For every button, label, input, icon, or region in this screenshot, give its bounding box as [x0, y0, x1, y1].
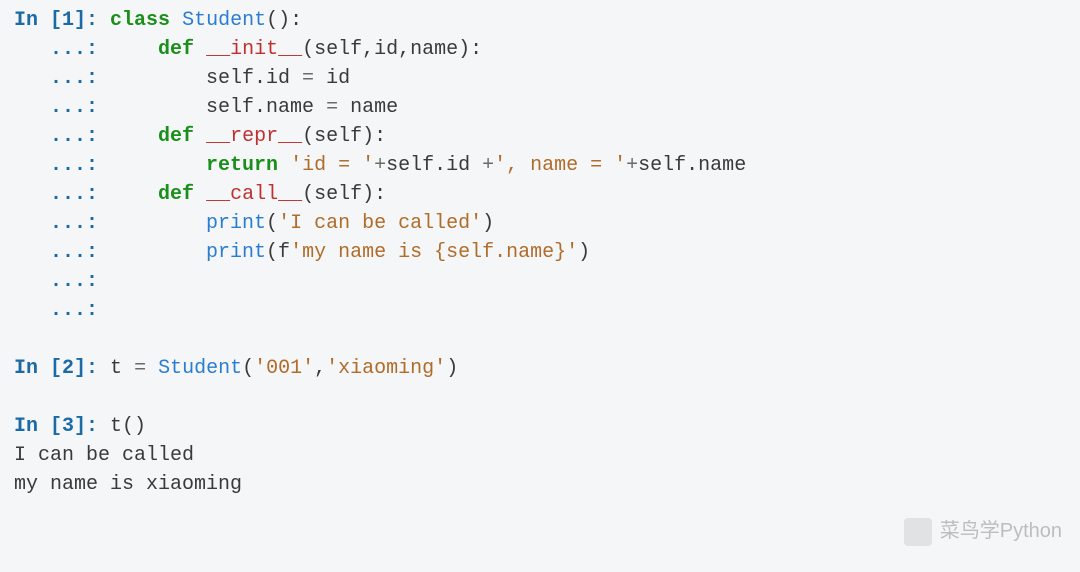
blank-line — [14, 325, 1066, 354]
prompt-close: ]: — [74, 357, 110, 380]
token-plain — [170, 9, 182, 32]
token-op: = — [302, 67, 314, 90]
token-str: '001' — [254, 357, 314, 380]
token-plain: ( — [242, 357, 254, 380]
token-plain: ( — [266, 212, 278, 235]
code-line: ...: — [14, 267, 1066, 296]
token-plain — [110, 241, 206, 264]
token-plain: (self,id,name): — [302, 38, 482, 61]
code-line: ...: def __init__(self,id,name): — [14, 35, 1066, 64]
token-plain: name — [338, 96, 398, 119]
token-plain: self.id — [386, 154, 482, 177]
watermark-text: 菜鸟学Python — [940, 517, 1062, 546]
token-op: + — [626, 154, 638, 177]
token-op: = — [326, 96, 338, 119]
continuation-prompt: ...: — [14, 270, 110, 293]
token-kw-def: def — [158, 38, 194, 61]
code-line: ...: return 'id = '+self.id +', name = '… — [14, 151, 1066, 180]
token-kw-green: class — [110, 9, 170, 32]
token-str: 'I can be called' — [278, 212, 482, 235]
code-line: In [1]: class Student(): — [14, 6, 1066, 35]
prompt-close: ]: — [74, 9, 110, 32]
prompt-number: 2 — [62, 357, 74, 380]
wechat-icon — [904, 518, 932, 546]
token-plain: id — [314, 67, 350, 90]
code-line: In [3]: t() — [14, 412, 1066, 441]
input-prompt: In [1]: — [14, 9, 110, 32]
token-plain — [194, 125, 206, 148]
blank-line — [14, 383, 1066, 412]
token-name-red: __repr__ — [206, 125, 302, 148]
token-plain: ) — [578, 241, 590, 264]
token-str: 'xiaoming' — [326, 357, 446, 380]
token-plain — [110, 38, 158, 61]
token-plain — [146, 357, 158, 380]
prompt-in: In [ — [14, 415, 62, 438]
token-plain: , — [314, 357, 326, 380]
token-kw-def: def — [158, 183, 194, 206]
token-plain — [110, 212, 206, 235]
token-plain: (f — [266, 241, 290, 264]
continuation-prompt: ...: — [14, 67, 110, 90]
code-line: ...: self.name = name — [14, 93, 1066, 122]
token-plain: t — [110, 357, 134, 380]
prompt-number: 3 — [62, 415, 74, 438]
input-prompt: In [3]: — [14, 415, 110, 438]
token-kw-green: return — [206, 154, 278, 177]
token-op: + — [482, 154, 494, 177]
token-plain: self.id — [110, 67, 302, 90]
continuation-prompt: ...: — [14, 38, 110, 61]
output-line: my name is xiaoming — [14, 470, 1066, 499]
token-str: 'id = ' — [290, 154, 374, 177]
token-plain — [194, 38, 206, 61]
token-plain — [110, 125, 158, 148]
continuation-prompt: ...: — [14, 299, 110, 322]
token-kw-def: def — [158, 125, 194, 148]
continuation-prompt: ...: — [14, 125, 110, 148]
continuation-prompt: ...: — [14, 212, 110, 235]
code-line: ...: print(f'my name is {self.name}') — [14, 238, 1066, 267]
token-plain — [110, 183, 158, 206]
continuation-prompt: ...: — [14, 154, 110, 177]
token-plain — [194, 183, 206, 206]
token-plain — [278, 154, 290, 177]
prompt-close: ]: — [74, 415, 110, 438]
code-line: ...: def __repr__(self): — [14, 122, 1066, 151]
token-name-red: __init__ — [206, 38, 302, 61]
token-plain: ) — [482, 212, 494, 235]
token-plain: t() — [110, 415, 146, 438]
code-line: In [2]: t = Student('001','xiaoming') — [14, 354, 1066, 383]
token-plain: self.name — [638, 154, 746, 177]
continuation-prompt: ...: — [14, 241, 110, 264]
token-fn-blue: Student — [158, 357, 242, 380]
watermark: 菜鸟学Python — [904, 517, 1062, 546]
token-str: ', name = ' — [494, 154, 626, 177]
code-line: ...: def __call__(self): — [14, 180, 1066, 209]
code-line: ...: print('I can be called') — [14, 209, 1066, 238]
token-plain: (self): — [302, 125, 386, 148]
token-fn-blue: print — [206, 241, 266, 264]
token-name-red: __call__ — [206, 183, 302, 206]
token-plain: ) — [446, 357, 458, 380]
code-line: ...: — [14, 296, 1066, 325]
token-plain: (): — [266, 9, 302, 32]
token-str: 'my name is {self.name}' — [290, 241, 578, 264]
ipython-session: In [1]: class Student(): ...: def __init… — [14, 6, 1066, 499]
token-fn-blue: Student — [182, 9, 266, 32]
token-plain: (self): — [302, 183, 386, 206]
input-prompt: In [2]: — [14, 357, 110, 380]
token-plain: self.name — [110, 96, 326, 119]
token-op: + — [374, 154, 386, 177]
output-line: I can be called — [14, 441, 1066, 470]
continuation-prompt: ...: — [14, 183, 110, 206]
code-line: ...: self.id = id — [14, 64, 1066, 93]
continuation-prompt: ...: — [14, 96, 110, 119]
prompt-in: In [ — [14, 357, 62, 380]
prompt-in: In [ — [14, 9, 62, 32]
token-op: = — [134, 357, 146, 380]
token-fn-blue: print — [206, 212, 266, 235]
prompt-number: 1 — [62, 9, 74, 32]
token-plain — [110, 154, 206, 177]
